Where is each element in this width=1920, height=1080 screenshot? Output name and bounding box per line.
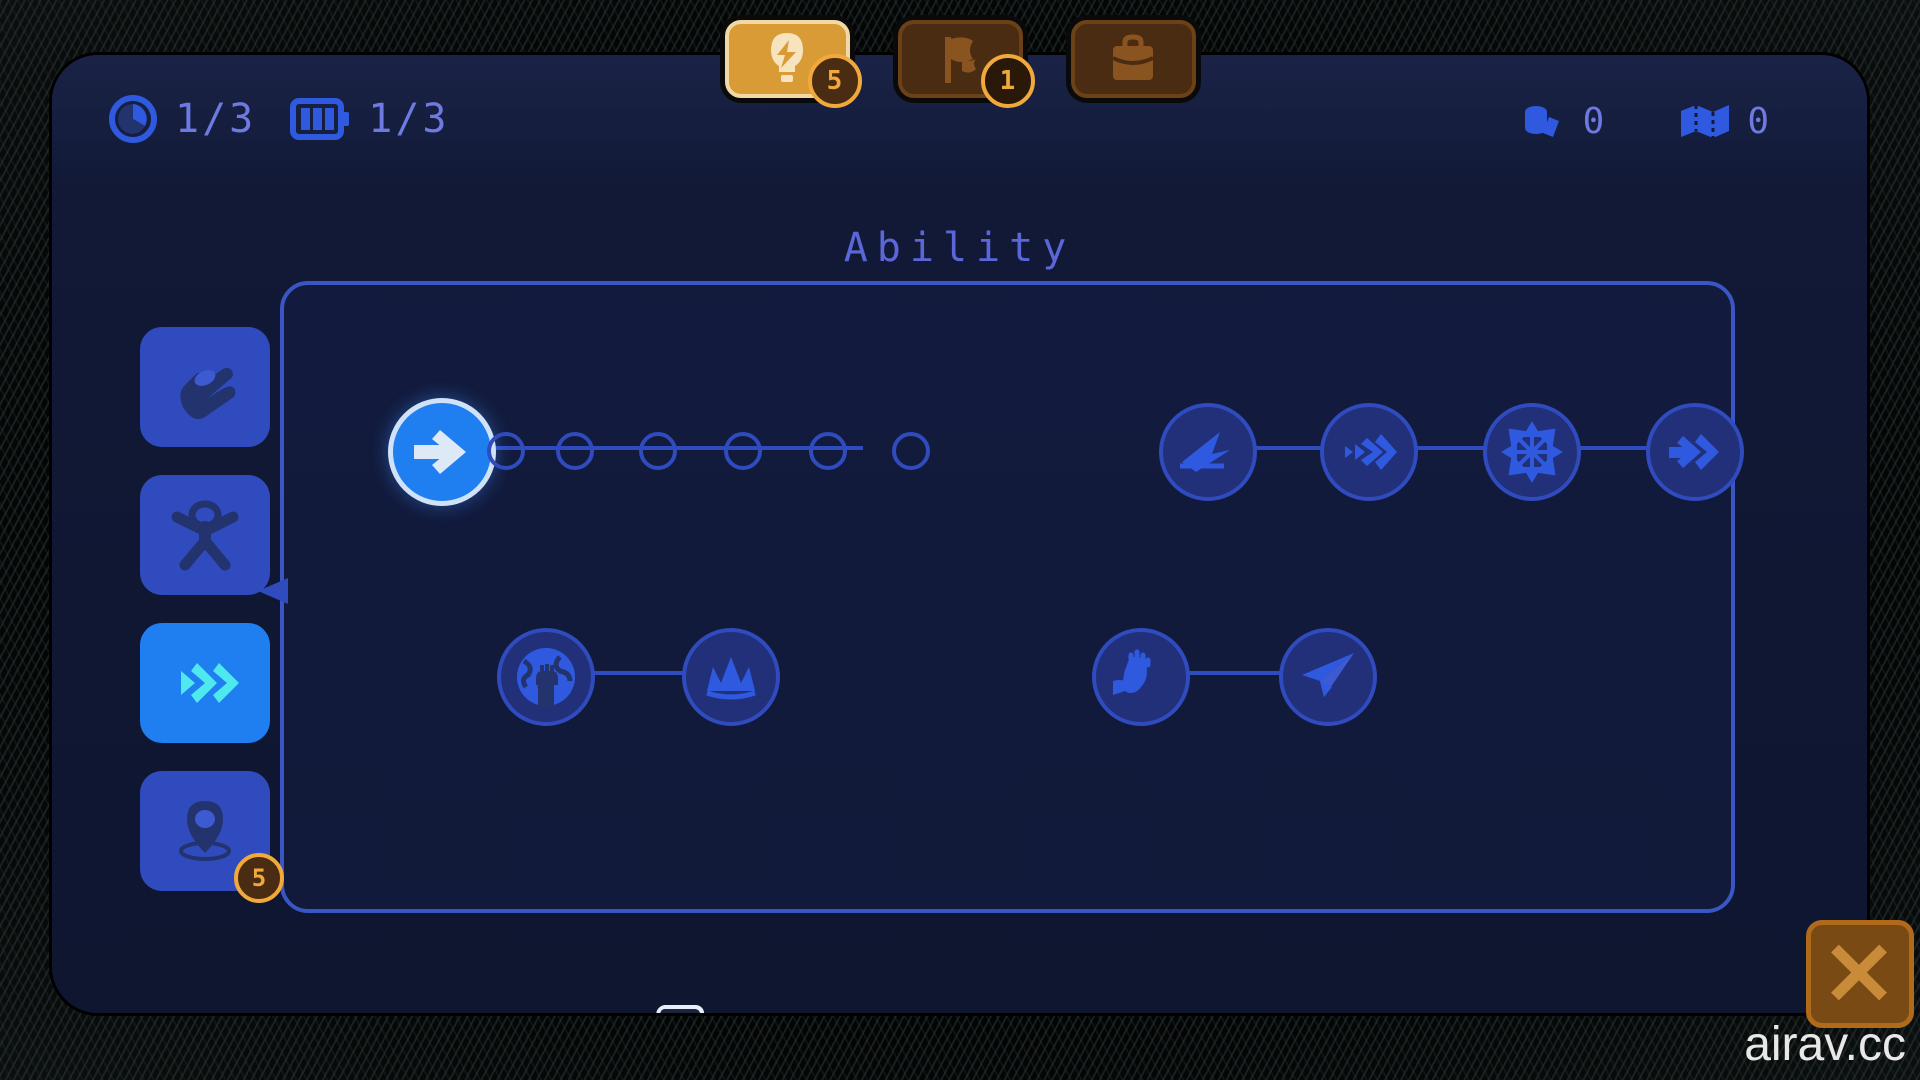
- ability-node-shockwave[interactable]: [682, 628, 780, 726]
- progress-slot[interactable]: [724, 432, 762, 470]
- ability-node-dash-boost[interactable]: [1646, 403, 1744, 501]
- chain-link: [1410, 446, 1486, 450]
- lightbulb-bolt-icon: [771, 33, 803, 82]
- watermark: airav.cc: [1744, 1018, 1906, 1071]
- menu-window: 1/3 1/3 0 0 Ability 5: [52, 55, 1867, 1013]
- chain-link: [584, 671, 692, 675]
- item-slot-briefcase[interactable]: [1070, 20, 1196, 98]
- ability-node-glide[interactable]: [1279, 628, 1377, 726]
- progress-slot[interactable]: [892, 432, 930, 470]
- chain-link: [1179, 671, 1289, 675]
- sidebar: 5: [140, 327, 284, 903]
- item-slot-lightbulb[interactable]: 5: [724, 20, 862, 108]
- lt-button-icon: LT: [650, 1005, 706, 1013]
- briefcase-icon: [1112, 34, 1154, 80]
- ability-node-slide[interactable]: [1092, 628, 1190, 726]
- ability-node-dive[interactable]: [1159, 403, 1257, 501]
- item-slot-bar: 5 1: [0, 0, 1920, 120]
- dash-arrow-icon: [414, 430, 466, 474]
- foot-slide-icon: [1113, 649, 1151, 695]
- ability-node-omni-dash[interactable]: [1483, 403, 1581, 501]
- game-screen: 1/3 1/3 0 0 Ability 5 5 1 airav.cc: [0, 0, 1920, 1080]
- paper-plane-icon: [1302, 653, 1354, 697]
- dive-swoop-icon: [1180, 432, 1230, 472]
- crown-spikes-icon: [706, 657, 756, 700]
- flag-icon: [945, 37, 976, 83]
- ability-node-ground-pound[interactable]: [497, 628, 595, 726]
- dash-chevrons-icon: [181, 663, 239, 703]
- progress-slot[interactable]: [809, 432, 847, 470]
- omni-burst-icon: [1501, 421, 1563, 483]
- item-slot-flag[interactable]: 1: [897, 20, 1035, 108]
- watermark-box-icon: [1806, 920, 1914, 1028]
- progress-slot[interactable]: [556, 432, 594, 470]
- ability-node-air-dash[interactable]: [1320, 403, 1418, 501]
- glove-icon: [180, 367, 236, 420]
- double-chevron-arrow-icon: [1669, 434, 1719, 470]
- ability-panel: [258, 281, 1744, 913]
- page-title: Ability: [843, 225, 1076, 271]
- sidebar-item-body[interactable]: [140, 475, 270, 595]
- ability-node-dash[interactable]: [388, 398, 496, 506]
- body-icon: [171, 500, 239, 571]
- map-pin-icon: [179, 801, 231, 861]
- item-count-lightbulb: 5: [807, 54, 862, 108]
- speed-chevrons-icon: [1345, 434, 1397, 470]
- progress-slot[interactable]: [639, 432, 677, 470]
- chain-link: [1573, 446, 1649, 450]
- control-hint: Press LT to Dash (or slide if crouched).: [52, 1005, 1867, 1013]
- sidebar-item-hands[interactable]: [140, 327, 270, 447]
- sidebar-badge-locations: 5: [234, 853, 284, 903]
- fist-globe-icon: [517, 648, 575, 707]
- sidebar-item-movement[interactable]: [140, 623, 270, 743]
- progress-slot[interactable]: [487, 432, 525, 470]
- sidebar-item-locations[interactable]: 5: [140, 771, 284, 903]
- item-count-flag: 1: [980, 54, 1035, 108]
- chain-link: [1249, 446, 1323, 450]
